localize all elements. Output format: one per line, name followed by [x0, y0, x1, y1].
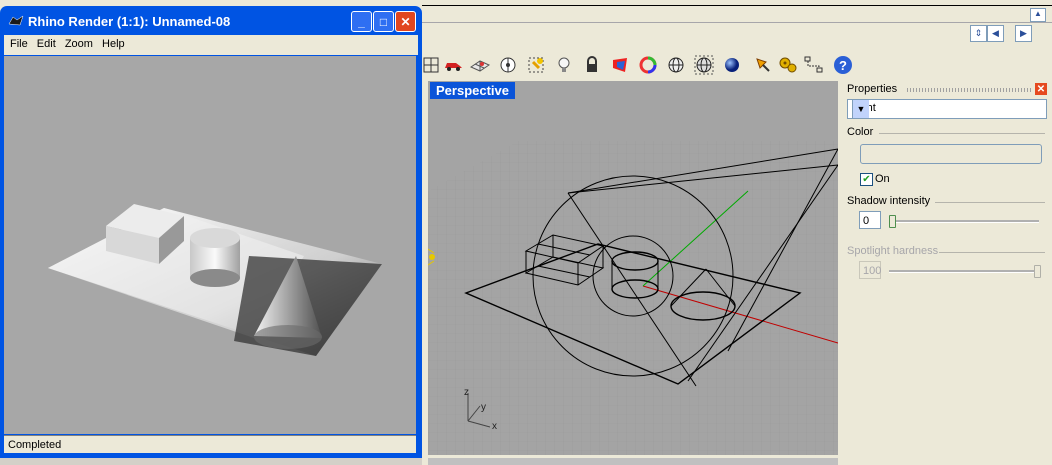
bulb-icon[interactable]	[553, 54, 575, 76]
menu-help[interactable]: Help	[102, 38, 125, 50]
command-area-border	[422, 22, 1052, 23]
sphere-wire-icon[interactable]	[665, 54, 687, 76]
pen-icon[interactable]	[752, 54, 774, 76]
minimize-button[interactable]: _	[351, 11, 372, 32]
panel-close-icon[interactable]: ✕	[1035, 83, 1047, 95]
render-toolbar: ?	[422, 50, 852, 80]
menu-zoom[interactable]: Zoom	[65, 38, 93, 50]
sphere-render-icon[interactable]	[721, 54, 743, 76]
help-icon[interactable]: ?	[832, 54, 854, 76]
nav-back-icon[interactable]: ◀	[987, 25, 1004, 42]
properties-panel: Properties ✕ Light ▼ Color ✔ On Shadow i…	[843, 81, 1052, 465]
material-icon[interactable]	[609, 54, 631, 76]
axis-z-label: z	[464, 387, 469, 398]
target-icon[interactable]	[497, 54, 519, 76]
shadow-intensity-slider[interactable]	[889, 215, 896, 228]
nodes-icon[interactable]	[803, 54, 825, 76]
car-icon[interactable]	[442, 54, 464, 76]
viewport-title[interactable]: Perspective	[430, 82, 515, 99]
perspective-viewport[interactable]: z y x Perspective	[428, 81, 838, 455]
spotlight-hardness-slider[interactable]	[1034, 265, 1041, 278]
on-label[interactable]: On	[875, 173, 890, 185]
render-status: Completed	[4, 435, 416, 453]
rendered-scene	[48, 204, 382, 356]
axis-y-label: y	[481, 402, 486, 413]
axis-x-label: x	[492, 421, 497, 432]
spotlight-hardness-label: Spotlight hardness	[847, 245, 939, 257]
maximize-button[interactable]: □	[373, 11, 394, 32]
shadow-intensity-label: Shadow intensity	[847, 195, 931, 207]
spotlight-hardness-input[interactable]: 100	[859, 261, 881, 279]
maximize-icon: □	[379, 14, 388, 29]
render-window-title: Rhino Render (1:1): Unnamed-08	[28, 13, 231, 29]
sphere-grid-icon[interactable]	[693, 54, 715, 76]
mesh-icon[interactable]	[469, 54, 491, 76]
close-icon: ✕	[400, 14, 411, 29]
close-button[interactable]: ✕	[395, 11, 416, 32]
render-window: Rhino Render (1:1): Unnamed-08 _ □ ✕ Fil…	[0, 6, 422, 458]
object-type-select[interactable]: Light ▼	[847, 99, 1047, 119]
top-divider	[422, 5, 1052, 6]
shadow-intensity-track	[889, 220, 1039, 223]
scroll-up-icon[interactable]: ▲	[1030, 8, 1046, 22]
rhino-app-icon	[8, 15, 24, 26]
spotlight-hardness-track	[889, 270, 1039, 273]
divider	[879, 133, 1045, 134]
color-swatch-button[interactable]	[860, 144, 1042, 164]
color-wheel-icon[interactable]	[637, 54, 659, 76]
spotlight-icon[interactable]	[525, 54, 547, 76]
color-group-label: Color	[847, 126, 874, 138]
divider	[935, 202, 1045, 203]
on-checkbox[interactable]: ✔	[860, 173, 873, 186]
viewport-scene: z y x	[428, 141, 838, 455]
gear-icon[interactable]	[777, 54, 799, 76]
svg-text:?: ?	[839, 58, 847, 73]
render-menubar: File Edit Zoom Help	[4, 35, 418, 55]
properties-title: Properties	[847, 83, 898, 95]
chevron-down-icon[interactable]: ▼	[852, 100, 869, 118]
bottom-strip-left	[0, 458, 422, 465]
minimize-icon: _	[358, 14, 365, 29]
render-canvas	[4, 56, 416, 434]
nav-forward-icon[interactable]: ▶	[1015, 25, 1032, 42]
menu-edit[interactable]: Edit	[37, 38, 56, 50]
lock-icon[interactable]	[581, 54, 603, 76]
bottom-strip-right	[428, 458, 838, 465]
shadow-intensity-input[interactable]: 0	[859, 211, 881, 229]
panel-grip[interactable]	[907, 88, 1033, 92]
grid-icon[interactable]	[420, 54, 442, 76]
menu-file[interactable]: File	[10, 38, 28, 50]
spin-updown-icon[interactable]: ⇕	[970, 25, 987, 42]
properties-header: Properties ✕	[847, 83, 1047, 97]
divider	[939, 252, 1045, 253]
